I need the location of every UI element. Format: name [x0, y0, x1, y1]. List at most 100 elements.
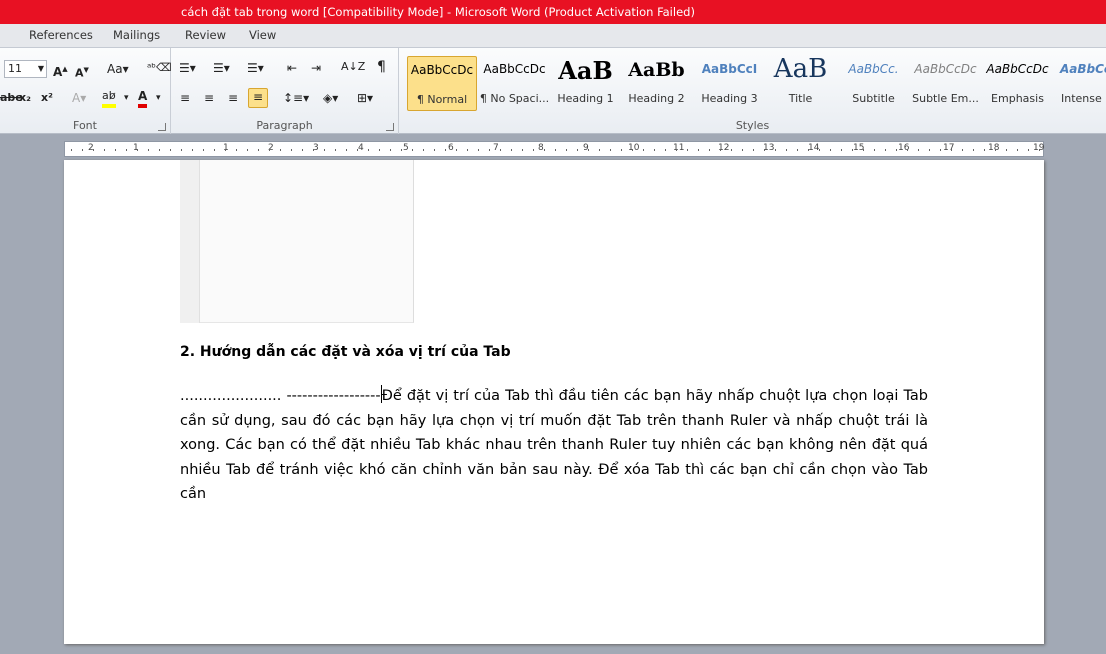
ruler-tick	[830, 149, 831, 151]
style-preview: AaBbCcDc	[914, 62, 977, 76]
ruler-tick	[566, 149, 567, 151]
ruler-tick	[82, 149, 83, 151]
ruler-tick	[346, 149, 347, 151]
ruler-tick	[973, 149, 974, 151]
style-subtitle[interactable]: AaBbCc. Subtitle	[838, 56, 909, 111]
embedded-image[interactable]	[180, 160, 414, 323]
ruler-tick	[874, 149, 875, 151]
ruler-tick	[71, 149, 72, 151]
numbering-icon[interactable]: ☰▾	[213, 60, 230, 76]
ruler-number: 15	[853, 143, 865, 153]
ruler-tick	[962, 149, 963, 151]
body-paragraph[interactable]: ...................... -----------------…	[180, 384, 928, 507]
superscript-icon[interactable]: x²	[41, 90, 53, 106]
style-label: Subtitle	[852, 92, 895, 105]
leader-dots: ......................	[180, 388, 282, 404]
tab-references[interactable]: References	[29, 28, 93, 42]
image-ruler-strip	[180, 160, 200, 323]
ruler-tick	[104, 149, 105, 151]
ruler-tick	[1039, 149, 1040, 151]
font-group-label: Font	[73, 119, 97, 132]
style-emphasis[interactable]: AaBbCcDc Emphasis	[982, 56, 1053, 111]
ribbon-tabs: References Mailings Review View	[0, 24, 1106, 48]
style-normal[interactable]: AaBbCcDc ¶ Normal	[407, 56, 477, 111]
ruler-tick	[940, 149, 941, 151]
bullets-icon[interactable]: ☰▾	[179, 60, 196, 76]
paragraph-launcher-icon[interactable]	[386, 123, 394, 131]
style-preview: AaB	[773, 54, 828, 84]
style-intense-emphasis[interactable]: AaBbCc Intense E	[1054, 56, 1106, 111]
style-heading-2[interactable]: AaBb Heading 2	[621, 56, 692, 111]
ruler-tick	[599, 149, 600, 151]
style-label: Intense E	[1061, 92, 1106, 105]
ruler-tick	[258, 149, 259, 151]
ruler-tick	[214, 149, 215, 151]
style-label: ¶ Normal	[416, 93, 468, 106]
multilevel-list-icon[interactable]: ☰▾	[247, 60, 264, 76]
font-size-box[interactable]: 11 ▼	[4, 60, 47, 78]
font-group: 11 ▼ A▲ A▼ Aa▾ ᵃᵇ⌫ abe x₂ x² A▾ ab̷ ▾ A ▾…	[0, 48, 172, 134]
shading-icon[interactable]: ◈▾	[323, 90, 338, 106]
style-preview: AaBbCc	[1060, 62, 1106, 76]
ruler-tick	[522, 149, 523, 151]
ruler-tick	[841, 149, 842, 151]
grow-font-icon[interactable]: A▲	[53, 61, 68, 80]
ruler-tick	[412, 149, 413, 151]
style-subtle-emphasis[interactable]: AaBbCcDc Subtle Em...	[910, 56, 981, 111]
ruler-tick	[335, 149, 336, 151]
style-label: Title	[788, 92, 813, 105]
style-heading-3[interactable]: AaBbCcI Heading 3	[694, 56, 765, 111]
shrink-font-icon[interactable]: A▼	[75, 62, 89, 82]
align-right-icon[interactable]: ≡	[228, 90, 238, 106]
ruler-tick	[742, 149, 743, 151]
ruler-number: 17	[943, 143, 955, 153]
style-title[interactable]: AaB Title	[765, 54, 836, 111]
pilcrow-icon[interactable]: ¶	[377, 59, 386, 75]
ruler-tick	[720, 149, 721, 151]
ruler-tick	[951, 149, 952, 151]
ruler-tick	[170, 149, 171, 151]
tab-view[interactable]: View	[249, 28, 276, 42]
ruler-number: 6	[448, 143, 454, 153]
ruler-number: 2	[88, 143, 94, 153]
style-label: Heading 1	[557, 92, 614, 105]
paragraph-group: ☰▾ ☰▾ ☰▾ ⇤ ⇥ A↓Z ¶ ≡ ≡ ≡ ≡ ↕≡▾ ◈▾ ⊞▾ Par…	[171, 48, 399, 134]
horizontal-ruler[interactable]: 2 1 1 2 3 4 5 6 7 8 9 10 11 12 13 14 15 16 17 18 19	[64, 141, 1044, 157]
increase-indent-icon[interactable]: ⇥	[311, 60, 321, 76]
align-left-icon[interactable]: ≡	[180, 90, 190, 106]
text-effects-icon[interactable]: A▾	[72, 90, 86, 106]
line-spacing-icon[interactable]: ↕≡▾	[283, 90, 309, 106]
ruler-number: 8	[538, 143, 544, 153]
style-label: Heading 2	[628, 92, 685, 105]
ruler-tick	[445, 149, 446, 151]
clear-format-icon[interactable]: ᵃᵇ⌫	[147, 60, 172, 76]
tab-review[interactable]: Review	[185, 28, 226, 42]
ruler-tick	[797, 149, 798, 151]
ruler-tick	[775, 149, 776, 151]
borders-icon[interactable]: ⊞▾	[357, 90, 373, 106]
highlight-icon[interactable]: ab̷	[102, 88, 116, 108]
ruler-tick	[324, 149, 325, 151]
ruler-tick	[698, 149, 699, 151]
subscript-icon[interactable]: x₂	[19, 90, 31, 106]
ruler-tick	[181, 149, 182, 151]
ruler-tick	[995, 149, 996, 151]
font-launcher-icon[interactable]	[158, 123, 166, 131]
sort-icon[interactable]: A↓Z	[341, 59, 365, 75]
justify-icon[interactable]: ≡	[248, 88, 268, 108]
font-size-value: 11	[8, 62, 22, 75]
style-no-spacing[interactable]: AaBbCcDc ¶ No Spaci...	[479, 56, 550, 111]
decrease-indent-icon[interactable]: ⇤	[287, 60, 297, 76]
highlight-dropdown-icon[interactable]: ▾	[124, 90, 129, 106]
ruler-number: 11	[673, 143, 685, 153]
tab-mailings[interactable]: Mailings	[113, 28, 160, 42]
ruler-number: 10	[628, 143, 640, 153]
align-center-icon[interactable]: ≡	[204, 90, 214, 106]
font-color-dropdown-icon[interactable]: ▾	[156, 90, 161, 106]
document-page[interactable]: 2. Hướng dẫn các đặt và xóa vị trí của T…	[64, 160, 1044, 644]
ruler-tick	[621, 149, 622, 151]
style-heading-1[interactable]: AaB Heading 1	[550, 56, 621, 111]
font-color-icon[interactable]: A	[138, 88, 148, 108]
ruler-tick	[588, 149, 589, 151]
change-case-icon[interactable]: Aa▾	[107, 61, 129, 77]
